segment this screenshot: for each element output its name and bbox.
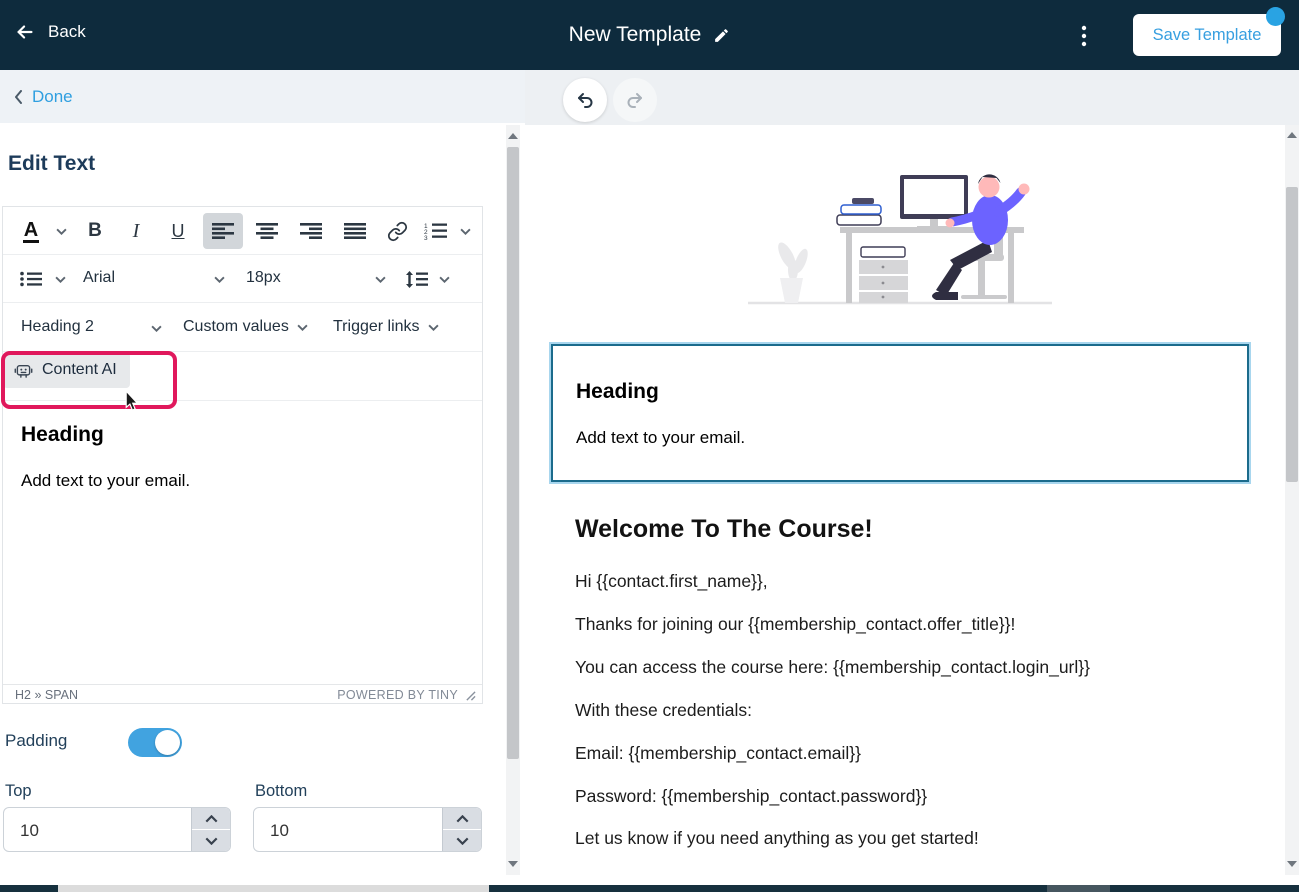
resize-grip-icon[interactable] [465, 690, 476, 704]
padding-top-label: Top [5, 782, 32, 800]
content-ai-label: Content AI [42, 361, 117, 378]
element-path[interactable]: H2 » SPAN [15, 688, 78, 702]
back-button[interactable]: Back [12, 21, 86, 43]
selected-text-block[interactable]: Heading Add text to your email. [551, 344, 1249, 482]
email-paragraph[interactable]: Hi {{contact.first_name}}, [575, 571, 768, 592]
trigger-links-chevron-icon [427, 324, 439, 331]
bold-button[interactable]: B [77, 213, 113, 249]
email-paragraph[interactable]: Password: {{membership_contact.password}… [575, 786, 927, 807]
stepper-up-button[interactable] [192, 808, 230, 829]
bottom-scrollbar-thumb[interactable] [1047, 885, 1110, 892]
email-paragraph[interactable]: Thanks for joining our {{membership_cont… [575, 614, 1015, 635]
bullet-list-button[interactable] [13, 261, 49, 297]
bottom-scroll-track [489, 885, 1047, 892]
padding-top-stepper [191, 808, 230, 851]
bottom-scroll-track [0, 885, 58, 892]
scroll-up-arrow[interactable] [508, 133, 518, 139]
bottom-scroll-track [1110, 885, 1299, 892]
underline-button[interactable]: U [160, 213, 196, 249]
save-template-button[interactable]: Save Template [1133, 14, 1281, 56]
robot-icon [13, 360, 34, 381]
email-paragraph[interactable]: Let us know if you need anything as you … [575, 828, 979, 849]
font-size-chevron-icon[interactable] [369, 261, 391, 297]
block-body-text: Add text to your email. [576, 428, 746, 447]
scroll-up-arrow[interactable] [1287, 132, 1297, 138]
bottom-scrollbar-thumb[interactable] [58, 885, 489, 892]
editor-body-text[interactable]: Add text to your email. [21, 471, 190, 491]
stepper-down-button[interactable] [192, 830, 230, 851]
back-arrow-icon [12, 21, 38, 43]
panel-title: Edit Text [8, 152, 96, 175]
redo-button[interactable] [613, 78, 657, 122]
stepper-down-button[interactable] [443, 830, 481, 851]
undo-button[interactable] [563, 78, 607, 122]
svg-text:3: 3 [424, 235, 428, 240]
left-panel-scrollbar[interactable] [506, 125, 520, 875]
font-size-dropdown[interactable]: 18px [246, 269, 281, 287]
stepper-up-button[interactable] [443, 808, 481, 829]
font-family-dropdown[interactable]: Arial [83, 269, 115, 287]
left-scrollbar-thumb[interactable] [507, 147, 519, 759]
ordered-list-chevron-icon[interactable] [453, 213, 477, 249]
content-ai-button[interactable]: Content AI [3, 352, 130, 388]
edit-title-pencil-icon[interactable] [713, 27, 730, 44]
done-bar: Done [0, 70, 525, 123]
email-title[interactable]: Welcome To The Course! [575, 515, 873, 544]
editor-statusbar: H2 » SPAN POWERED BY TINY [3, 684, 482, 706]
chevron-left-icon [15, 89, 22, 104]
done-button[interactable]: Done [14, 87, 73, 107]
text-color-button[interactable]: A [11, 213, 51, 249]
align-center-button[interactable] [247, 213, 287, 249]
bullet-list-chevron-icon[interactable] [49, 261, 71, 297]
toolbar-row-blocks: Heading 2 Custom values Trigger links [3, 303, 482, 352]
toolbar-row-font: Arial 18px [3, 255, 482, 303]
font-family-chevron-icon[interactable] [208, 261, 230, 297]
align-left-button[interactable] [203, 213, 243, 249]
align-right-button[interactable] [291, 213, 331, 249]
block-format-dropdown[interactable]: Heading 2 [21, 318, 94, 336]
email-paragraph[interactable]: With these credentials: [575, 700, 752, 721]
padding-bottom-field [253, 807, 482, 852]
toolbar-row-formatting: A B I U 123 [3, 207, 482, 255]
padding-label: Padding [5, 731, 68, 750]
notification-dot [1266, 7, 1285, 26]
padding-bottom-stepper [442, 808, 481, 851]
line-height-button[interactable] [399, 261, 435, 297]
custom-values-dropdown[interactable]: Custom values [183, 318, 308, 336]
custom-values-chevron-icon [297, 324, 308, 331]
top-navbar [0, 0, 1299, 70]
padding-top-input[interactable] [18, 808, 162, 851]
text-color-chevron-icon[interactable] [51, 213, 71, 249]
scroll-down-arrow[interactable] [1287, 861, 1297, 867]
block-heading: Heading [576, 380, 659, 403]
editor-heading[interactable]: Heading [21, 423, 104, 447]
editor-content-area[interactable]: Heading Add text to your email. [3, 401, 482, 684]
back-label: Back [48, 22, 86, 41]
text-editor-widget: A B I U 123 Arial 18px Heading 2 Custom … [2, 206, 483, 704]
block-format-chevron-icon[interactable] [145, 310, 167, 346]
italic-button[interactable]: I [118, 213, 154, 249]
toolbar-row-ai: Content AI [3, 352, 482, 401]
email-paragraph[interactable]: You can access the course here: {{member… [575, 657, 1090, 678]
link-button[interactable] [379, 213, 415, 249]
toggle-knob [155, 730, 180, 755]
more-options-kebab-icon[interactable] [1076, 24, 1092, 48]
scroll-down-arrow[interactable] [508, 861, 518, 867]
canvas-scrollbar[interactable] [1285, 125, 1299, 875]
mouse-cursor-icon [124, 389, 140, 417]
desk-illustration [740, 168, 1060, 315]
done-label: Done [32, 86, 73, 106]
canvas-scrollbar-thumb[interactable] [1286, 187, 1298, 482]
padding-bottom-input[interactable] [268, 808, 412, 851]
ordered-list-button[interactable]: 123 [417, 213, 453, 249]
justify-button[interactable] [335, 213, 375, 249]
powered-by-label: POWERED BY TINY [337, 688, 458, 702]
padding-bottom-label: Bottom [255, 782, 308, 800]
email-paragraph[interactable]: Email: {{membership_contact.email}} [575, 743, 861, 764]
line-height-chevron-icon[interactable] [433, 261, 455, 297]
padding-toggle[interactable] [128, 728, 182, 757]
trigger-links-dropdown[interactable]: Trigger links [333, 318, 439, 336]
padding-top-field [3, 807, 231, 852]
